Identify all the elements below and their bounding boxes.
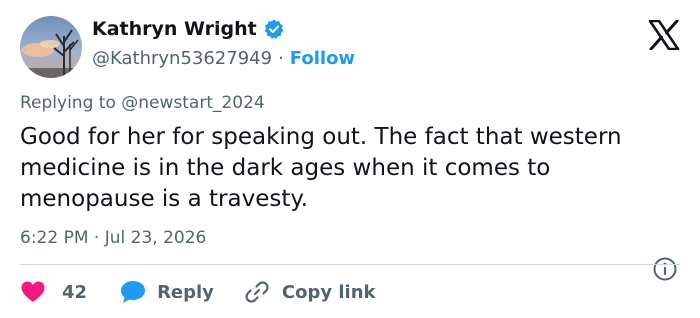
like-count: 42 bbox=[62, 281, 88, 303]
heart-icon bbox=[20, 280, 46, 304]
verified-badge-icon bbox=[263, 18, 285, 40]
replying-prefix: Replying to bbox=[20, 93, 116, 113]
info-icon[interactable] bbox=[652, 256, 678, 282]
link-icon bbox=[244, 279, 270, 305]
copy-link-label: Copy link bbox=[281, 281, 376, 303]
reply-bubble-icon bbox=[119, 279, 147, 305]
follow-button[interactable]: Follow bbox=[290, 48, 355, 69]
author-handle-row: @Kathryn53627949 · Follow bbox=[92, 48, 355, 69]
divider bbox=[20, 264, 680, 265]
replying-to: Replying to @newstart_2024 bbox=[20, 93, 265, 113]
author-name-row: Kathryn Wright bbox=[92, 18, 285, 40]
reply-label: Reply bbox=[157, 281, 214, 303]
author-handle[interactable]: @Kathryn53627949 bbox=[92, 48, 272, 69]
copy-link-button[interactable]: Copy link bbox=[244, 279, 376, 305]
tweet-timestamp[interactable]: 6:22 PM · Jul 23, 2026 bbox=[20, 228, 206, 248]
tweet-text: Good for her for speaking out. The fact … bbox=[20, 124, 622, 212]
like-button[interactable]: 42 bbox=[20, 280, 119, 304]
author-name[interactable]: Kathryn Wright bbox=[92, 18, 257, 40]
separator-dot: · bbox=[278, 48, 284, 69]
avatar[interactable] bbox=[20, 16, 82, 78]
action-bar: 42 Reply Copy link bbox=[20, 279, 376, 305]
x-logo-icon[interactable] bbox=[648, 19, 680, 51]
replying-mention[interactable]: @newstart_2024 bbox=[121, 93, 265, 113]
reply-button[interactable]: Reply bbox=[119, 279, 244, 305]
